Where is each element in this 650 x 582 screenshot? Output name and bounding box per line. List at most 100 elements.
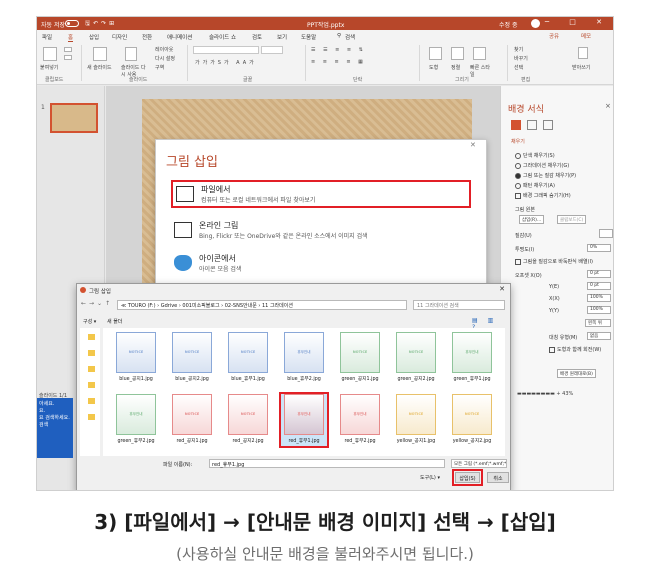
folder-icon[interactable] — [88, 366, 95, 372]
copy-icon[interactable] — [64, 55, 72, 60]
tab-slideshow[interactable]: 슬라이드 쇼 — [209, 33, 236, 41]
radio-picture-fill[interactable]: 그림 또는 질감 채우기(P) — [515, 172, 576, 179]
pentagon-icon[interactable] — [527, 120, 537, 130]
close-icon[interactable]: ✕ — [499, 285, 505, 293]
autosave-toggle[interactable] — [65, 20, 79, 27]
paste-icon[interactable] — [43, 47, 57, 61]
insert-picture-button[interactable]: 삽입(R)... — [519, 215, 545, 224]
section-fill[interactable]: 채우기 — [511, 138, 525, 145]
font-format-icons[interactable]: 가가가S가 AA가 — [195, 59, 257, 66]
option-icons[interactable]: 아이콘에서 아이콘 모음 검색 — [171, 251, 471, 279]
picture-icon[interactable] — [543, 120, 553, 130]
file-tile[interactable]: NOTICE green_공지2.jpg — [393, 332, 439, 384]
folder-icon[interactable] — [88, 382, 95, 388]
tab-help[interactable]: 도움말 — [301, 33, 316, 41]
reset-button[interactable]: 다시 설정 — [155, 55, 175, 62]
slide-thumbnail[interactable] — [50, 103, 98, 133]
mirror-dropdown[interactable]: 없음 — [587, 332, 611, 340]
quick-access-icons[interactable]: 🖫↶↷⊞ — [85, 19, 117, 29]
section-button[interactable]: 구역 — [155, 64, 164, 71]
tab-transitions[interactable]: 전환 — [142, 33, 152, 41]
search-input[interactable]: 11 그라데이션 검색 — [413, 300, 505, 310]
layout-button[interactable]: 레이아웃 — [155, 46, 173, 53]
file-tile[interactable]: 휴무안내 green_휴무1.jpg — [449, 332, 495, 384]
new-folder-button[interactable]: 새 폴더 — [107, 318, 122, 325]
paragraph-icons[interactable]: ☰ ☰ ≡ ≡ ⇅ — [311, 47, 366, 53]
tile-checkbox[interactable]: 그림을 질감으로 바둑판식 배열(I) — [515, 258, 593, 265]
dictate-label[interactable]: 받아쓰기 — [572, 64, 596, 71]
organize-button[interactable]: 구성 ▾ — [83, 318, 96, 325]
file-tile[interactable]: NOTICE blue_공지2.jpg — [169, 332, 215, 384]
offset-x-input[interactable]: 0 pt — [587, 270, 611, 278]
tab-view[interactable]: 보기 — [277, 33, 287, 41]
align-icons[interactable]: ≡ ≡ ≡ ≡ ▦ — [311, 59, 366, 65]
close-icon[interactable]: ✕ — [470, 141, 476, 149]
arrange-label[interactable]: 정렬 — [451, 64, 460, 71]
paste-label[interactable]: 붙여넣기 — [40, 64, 58, 71]
texture-dropdown[interactable] — [599, 229, 613, 238]
reuse-slide-icon[interactable] — [125, 47, 137, 61]
zoom-bar[interactable]: ▬▬▬▬▬▬▬▬ + 43% — [517, 391, 609, 397]
file-tile[interactable]: 휴무안내 red_휴무1.jpg — [279, 392, 329, 448]
search-icon[interactable]: ⚲ — [337, 33, 341, 39]
tab-home[interactable]: 홈 — [68, 33, 74, 42]
nav-arrows[interactable]: ←→⌄↑ — [81, 300, 113, 307]
offset-y-input[interactable]: 0 pt — [587, 282, 611, 290]
filetype-select[interactable]: 모든 그림 (*.emf;*.wmf;*.jpg;* — [451, 459, 507, 468]
close-icon[interactable]: × — [605, 102, 611, 110]
filename-input[interactable]: red_휴무1.jpg — [209, 459, 445, 468]
folder-icon[interactable] — [88, 334, 95, 340]
tools-button[interactable]: 도구(L) ▾ — [420, 474, 440, 481]
font-size-combo[interactable] — [261, 46, 283, 54]
file-tile[interactable]: 휴무안내 green_휴무2.jpg — [113, 394, 159, 446]
microphone-icon[interactable] — [578, 47, 588, 59]
share-button[interactable]: 공유 — [549, 32, 559, 40]
tab-design[interactable]: 디자인 — [112, 33, 127, 41]
new-slide-label[interactable]: 새 슬라이드 — [87, 64, 112, 71]
radio-pattern-fill[interactable]: 패턴 채우기(A) — [515, 182, 555, 189]
find-button[interactable]: 찾기 — [514, 46, 523, 53]
zoom-slider[interactable]: ▬▬▬▬▬▬▬▬ + — [517, 391, 561, 397]
fill-bucket-icon[interactable] — [511, 120, 521, 130]
folder-icon[interactable] — [88, 350, 95, 356]
new-slide-icon[interactable] — [93, 47, 107, 61]
shape-icon[interactable] — [429, 47, 442, 60]
file-tile[interactable]: NOTICE yellow_공지2.jpg — [449, 394, 495, 446]
file-tile[interactable]: NOTICE green_공지1.jpg — [337, 332, 383, 384]
tab-search[interactable]: 검색 — [345, 33, 355, 41]
select-button[interactable]: 선택 — [514, 64, 523, 71]
address-bar[interactable]: ≪ TOURO (F:) › Gdrive › 001미소픽블로그 › 02-S… — [117, 300, 407, 310]
tab-insert[interactable]: 삽입 — [89, 33, 99, 41]
option-from-file[interactable]: 파일에서 컴퓨터 또는 로컬 네트워크에서 파일 찾아보기 — [171, 180, 471, 208]
window-controls[interactable]: ─ □ ✕ — [545, 18, 611, 26]
radio-solid-fill[interactable]: 단색 채우기(S) — [515, 152, 555, 159]
quick-style-icon[interactable] — [473, 47, 486, 60]
rotate-with-shape-checkbox[interactable]: 도형과 함께 회전(W) — [549, 346, 601, 353]
font-name-combo[interactable] — [193, 46, 259, 54]
file-tile[interactable]: NOTICE red_공지2.jpg — [225, 394, 271, 446]
file-tile[interactable]: 휴무안내 blue_휴무2.jpg — [281, 332, 327, 384]
scale-y-input[interactable]: 100% — [587, 306, 611, 314]
cancel-button[interactable]: 취소 — [487, 472, 509, 483]
zoom-level[interactable]: 43% — [562, 391, 573, 397]
tab-review[interactable]: 검토 — [252, 33, 262, 41]
transparency-input[interactable]: 0% — [587, 244, 611, 252]
reset-background-button[interactable]: 배경 원래대로(B) — [557, 369, 596, 378]
insert-button[interactable]: 삽입(S) — [452, 469, 483, 486]
folder-icon[interactable] — [88, 414, 95, 420]
shape-label[interactable]: 도형 — [429, 64, 438, 71]
arrange-icon[interactable] — [451, 47, 464, 60]
tab-file[interactable]: 파일 — [42, 33, 52, 41]
file-tile[interactable]: NOTICE red_공지1.jpg — [169, 394, 215, 446]
memo-button[interactable]: 메모 — [581, 32, 591, 40]
cut-icon[interactable] — [64, 47, 72, 52]
quick-style-label[interactable]: 빠른 스타일 — [470, 64, 492, 78]
avatar[interactable] — [531, 19, 540, 28]
option-online-picture[interactable]: 온라인 그림 Bing, Flickr 또는 OneDrive와 같은 온라인 … — [171, 218, 471, 246]
hide-bg-graphics-checkbox[interactable]: 배경 그래픽 숨기기(H) — [515, 192, 571, 199]
file-tile[interactable]: 휴무안내 red_휴무2.jpg — [337, 394, 383, 446]
file-tile[interactable]: NOTICE blue_공지1.jpg — [113, 332, 159, 384]
alignment-dropdown[interactable]: 왼쪽 위 — [585, 319, 611, 327]
tab-animations[interactable]: 애니메이션 — [167, 33, 192, 41]
radio-gradient-fill[interactable]: 그라데이션 채우기(G) — [515, 162, 569, 169]
